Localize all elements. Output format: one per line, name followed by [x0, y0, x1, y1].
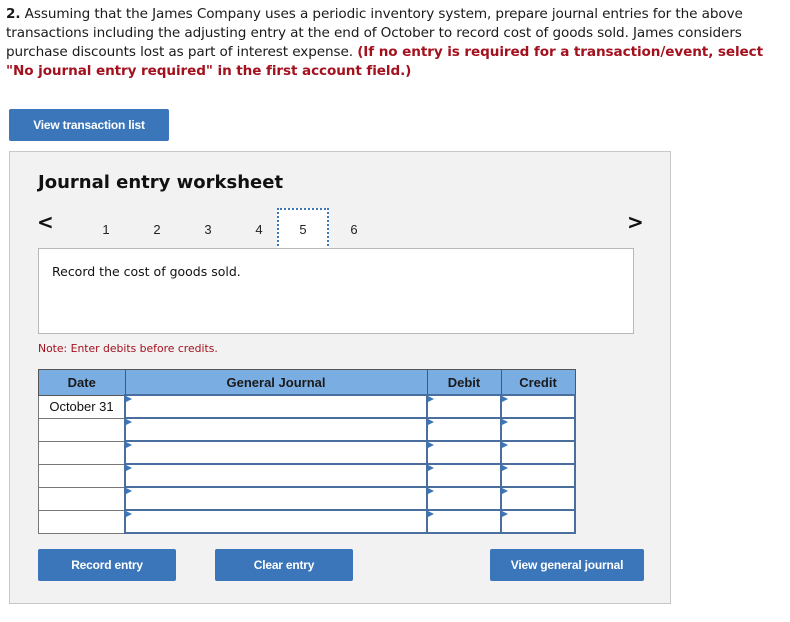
tab-6[interactable]: 6: [328, 208, 380, 250]
date-cell: [38, 463, 126, 488]
header-general-journal: General Journal: [124, 369, 428, 396]
debit-input[interactable]: [426, 417, 502, 442]
header-debit: Debit: [426, 369, 502, 396]
table-row: [38, 486, 576, 511]
journal-table: Date General Journal Debit Credit Octobe…: [38, 369, 576, 534]
table-row: October 31: [38, 394, 576, 419]
chevron-right-icon[interactable]: >: [627, 210, 644, 234]
account-select[interactable]: [124, 394, 428, 419]
credit-input[interactable]: [500, 463, 576, 488]
header-credit: Credit: [500, 369, 576, 396]
question-number: 2.: [6, 6, 21, 22]
debit-input[interactable]: [426, 463, 502, 488]
question-text: 2. Assuming that the James Company uses …: [6, 5, 786, 81]
tab-3[interactable]: 3: [182, 208, 234, 250]
account-select[interactable]: [124, 509, 428, 534]
entry-description-box: Record the cost of goods sold.: [38, 248, 634, 334]
account-select[interactable]: [124, 463, 428, 488]
debit-input[interactable]: [426, 440, 502, 465]
table-row: [38, 509, 576, 534]
tab-2[interactable]: 2: [131, 208, 183, 250]
date-cell: October 31: [38, 394, 126, 419]
account-select[interactable]: [124, 486, 428, 511]
table-row: [38, 463, 576, 488]
journal-entry-worksheet-panel: Journal entry worksheet < 1 2 3 4 5 6 > …: [9, 151, 671, 604]
chevron-left-icon[interactable]: <: [37, 210, 54, 234]
table-header-row: Date General Journal Debit Credit: [38, 369, 576, 396]
date-cell: [38, 440, 126, 465]
account-select[interactable]: [124, 440, 428, 465]
view-transaction-list-button[interactable]: View transaction list: [9, 109, 169, 141]
worksheet-title: Journal entry worksheet: [38, 172, 284, 193]
header-date: Date: [38, 369, 126, 396]
credit-input[interactable]: [500, 440, 576, 465]
debit-input[interactable]: [426, 509, 502, 534]
table-row: [38, 440, 576, 465]
entry-description: Record the cost of goods sold.: [52, 264, 241, 279]
record-entry-button[interactable]: Record entry: [38, 549, 176, 581]
credit-input[interactable]: [500, 509, 576, 534]
debit-input[interactable]: [426, 394, 502, 419]
table-row: [38, 417, 576, 442]
debits-note: Note: Enter debits before credits.: [38, 342, 218, 355]
credit-input[interactable]: [500, 417, 576, 442]
debit-input[interactable]: [426, 486, 502, 511]
date-cell: [38, 486, 126, 511]
date-cell: [38, 509, 126, 534]
tab-1[interactable]: 1: [80, 208, 132, 250]
tab-5-active[interactable]: 5: [277, 208, 329, 250]
account-select[interactable]: [124, 417, 428, 442]
credit-input[interactable]: [500, 486, 576, 511]
date-cell: [38, 417, 126, 442]
clear-entry-button[interactable]: Clear entry: [215, 549, 353, 581]
view-general-journal-button[interactable]: View general journal: [490, 549, 644, 581]
credit-input[interactable]: [500, 394, 576, 419]
